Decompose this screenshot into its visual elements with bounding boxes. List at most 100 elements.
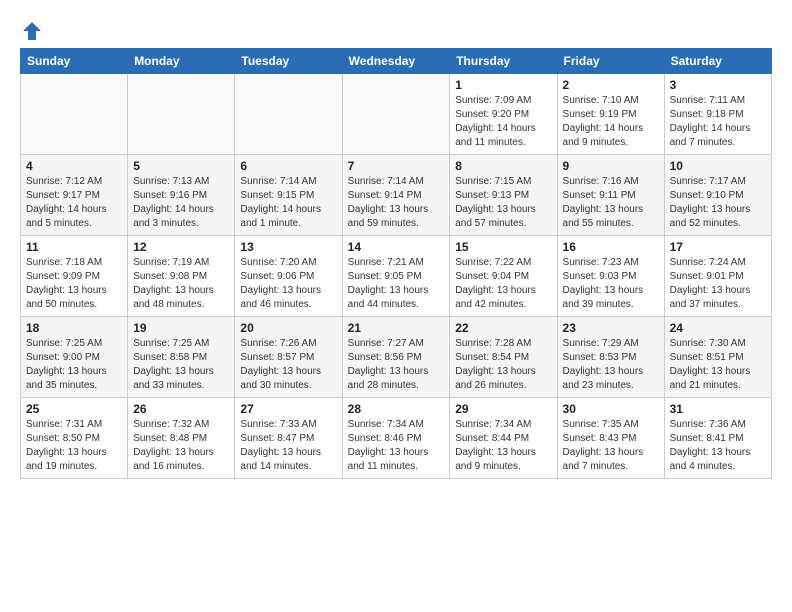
calendar-cell: 18 Sunrise: 7:25 AM Sunset: 9:00 PM Dayli…	[21, 317, 128, 398]
calendar-cell: 6 Sunrise: 7:14 AM Sunset: 9:15 PM Daylig…	[235, 155, 342, 236]
day-header-saturday: Saturday	[664, 49, 771, 74]
day-content: Sunrise: 7:09 AM Sunset: 9:20 PM Dayligh…	[455, 94, 551, 150]
calendar-cell: 3 Sunrise: 7:11 AM Sunset: 9:18 PM Daylig…	[664, 74, 771, 155]
day-content: Sunrise: 7:25 AM Sunset: 9:00 PM Dayligh…	[26, 337, 122, 393]
calendar-cell: 14Sunrise: 7:21 AM Sunset: 9:05 PM Dayli…	[342, 236, 450, 317]
calendar-week-row: 11 Sunrise: 7:18 AM Sunset: 9:09 PM Dayli…	[21, 236, 772, 317]
day-number: 11	[26, 240, 122, 254]
calendar-cell: 25 Sunrise: 7:31 AM Sunset: 8:50 PM Dayli…	[21, 398, 128, 479]
calendar-cell: 20 Sunrise: 7:26 AM Sunset: 8:57 PM Dayli…	[235, 317, 342, 398]
calendar-cell: 26 Sunrise: 7:32 AM Sunset: 8:48 PM Dayli…	[128, 398, 235, 479]
calendar-cell: 13 Sunrise: 7:20 AM Sunset: 9:06 PM Dayli…	[235, 236, 342, 317]
day-content: Sunrise: 7:15 AM Sunset: 9:13 PM Dayligh…	[455, 175, 551, 231]
calendar-cell: 23 Sunrise: 7:29 AM Sunset: 8:53 PM Dayli…	[557, 317, 664, 398]
day-content: Sunrise: 7:29 AM Sunset: 8:53 PM Dayligh…	[563, 337, 659, 393]
calendar-cell: 17Sunrise: 7:24 AM Sunset: 9:01 PM Dayli…	[664, 236, 771, 317]
day-number: 23	[563, 321, 659, 335]
day-header-sunday: Sunday	[21, 49, 128, 74]
day-content: Sunrise: 7:14 AM Sunset: 9:14 PM Dayligh…	[348, 175, 445, 231]
day-number: 26	[133, 402, 229, 416]
day-content: Sunrise: 7:25 AM Sunset: 8:58 PM Dayligh…	[133, 337, 229, 393]
day-number: 4	[26, 159, 122, 173]
calendar-week-row: 4Sunrise: 7:12 AM Sunset: 9:17 PM Daylig…	[21, 155, 772, 236]
day-content: Sunrise: 7:31 AM Sunset: 8:50 PM Dayligh…	[26, 418, 122, 474]
calendar-week-row: 1 Sunrise: 7:09 AM Sunset: 9:20 PM Daylig…	[21, 74, 772, 155]
day-content: Sunrise: 7:19 AM Sunset: 9:08 PM Dayligh…	[133, 256, 229, 312]
calendar-cell: 22 Sunrise: 7:28 AM Sunset: 8:54 PM Dayli…	[450, 317, 557, 398]
day-number: 27	[240, 402, 336, 416]
calendar-cell: 15 Sunrise: 7:22 AM Sunset: 9:04 PM Dayli…	[450, 236, 557, 317]
day-number: 10	[670, 159, 766, 173]
day-number: 20	[240, 321, 336, 335]
header	[20, 20, 772, 38]
calendar-cell: 24Sunrise: 7:30 AM Sunset: 8:51 PM Dayli…	[664, 317, 771, 398]
day-content: Sunrise: 7:10 AM Sunset: 9:19 PM Dayligh…	[563, 94, 659, 150]
calendar-cell: 30 Sunrise: 7:35 AM Sunset: 8:43 PM Dayli…	[557, 398, 664, 479]
day-content: Sunrise: 7:14 AM Sunset: 9:15 PM Dayligh…	[240, 175, 336, 231]
calendar-cell: 28 Sunrise: 7:34 AM Sunset: 8:46 PM Dayli…	[342, 398, 450, 479]
day-number: 17	[670, 240, 766, 254]
calendar-week-row: 18 Sunrise: 7:25 AM Sunset: 9:00 PM Dayli…	[21, 317, 772, 398]
calendar-cell: 4Sunrise: 7:12 AM Sunset: 9:17 PM Daylig…	[21, 155, 128, 236]
logo-icon	[21, 20, 43, 42]
day-content: Sunrise: 7:36 AM Sunset: 8:41 PM Dayligh…	[670, 418, 766, 474]
day-number: 8	[455, 159, 551, 173]
day-header-tuesday: Tuesday	[235, 49, 342, 74]
day-content: Sunrise: 7:33 AM Sunset: 8:47 PM Dayligh…	[240, 418, 336, 474]
calendar-cell: 16Sunrise: 7:23 AM Sunset: 9:03 PM Dayli…	[557, 236, 664, 317]
day-number: 18	[26, 321, 122, 335]
day-number: 5	[133, 159, 229, 173]
calendar-cell: 1 Sunrise: 7:09 AM Sunset: 9:20 PM Daylig…	[450, 74, 557, 155]
calendar-cell: 10 Sunrise: 7:17 AM Sunset: 9:10 PM Dayli…	[664, 155, 771, 236]
day-content: Sunrise: 7:20 AM Sunset: 9:06 PM Dayligh…	[240, 256, 336, 312]
calendar-cell: 2Sunrise: 7:10 AM Sunset: 9:19 PM Daylig…	[557, 74, 664, 155]
day-number: 25	[26, 402, 122, 416]
day-content: Sunrise: 7:34 AM Sunset: 8:44 PM Dayligh…	[455, 418, 551, 474]
day-content: Sunrise: 7:30 AM Sunset: 8:51 PM Dayligh…	[670, 337, 766, 393]
calendar-cell: 7Sunrise: 7:14 AM Sunset: 9:14 PM Daylig…	[342, 155, 450, 236]
calendar-cell: 5 Sunrise: 7:13 AM Sunset: 9:16 PM Daylig…	[128, 155, 235, 236]
page-container: SundayMondayTuesdayWednesdayThursdayFrid…	[20, 20, 772, 479]
day-content: Sunrise: 7:13 AM Sunset: 9:16 PM Dayligh…	[133, 175, 229, 231]
day-content: Sunrise: 7:22 AM Sunset: 9:04 PM Dayligh…	[455, 256, 551, 312]
day-content: Sunrise: 7:32 AM Sunset: 8:48 PM Dayligh…	[133, 418, 229, 474]
day-number: 15	[455, 240, 551, 254]
day-content: Sunrise: 7:27 AM Sunset: 8:56 PM Dayligh…	[348, 337, 445, 393]
calendar-cell	[21, 74, 128, 155]
calendar-header-row: SundayMondayTuesdayWednesdayThursdayFrid…	[21, 49, 772, 74]
day-number: 6	[240, 159, 336, 173]
day-number: 30	[563, 402, 659, 416]
day-content: Sunrise: 7:11 AM Sunset: 9:18 PM Dayligh…	[670, 94, 766, 150]
day-content: Sunrise: 7:16 AM Sunset: 9:11 PM Dayligh…	[563, 175, 659, 231]
day-content: Sunrise: 7:17 AM Sunset: 9:10 PM Dayligh…	[670, 175, 766, 231]
calendar-cell	[128, 74, 235, 155]
calendar-cell: 8 Sunrise: 7:15 AM Sunset: 9:13 PM Daylig…	[450, 155, 557, 236]
day-number: 1	[455, 78, 551, 92]
calendar-cell: 11 Sunrise: 7:18 AM Sunset: 9:09 PM Dayli…	[21, 236, 128, 317]
day-header-wednesday: Wednesday	[342, 49, 450, 74]
day-number: 3	[670, 78, 766, 92]
calendar-table: SundayMondayTuesdayWednesdayThursdayFrid…	[20, 48, 772, 479]
calendar-cell: 29 Sunrise: 7:34 AM Sunset: 8:44 PM Dayli…	[450, 398, 557, 479]
calendar-cell: 27 Sunrise: 7:33 AM Sunset: 8:47 PM Dayli…	[235, 398, 342, 479]
logo	[20, 20, 44, 38]
calendar-cell: 19Sunrise: 7:25 AM Sunset: 8:58 PM Dayli…	[128, 317, 235, 398]
day-content: Sunrise: 7:21 AM Sunset: 9:05 PM Dayligh…	[348, 256, 445, 312]
day-content: Sunrise: 7:35 AM Sunset: 8:43 PM Dayligh…	[563, 418, 659, 474]
day-number: 9	[563, 159, 659, 173]
day-header-thursday: Thursday	[450, 49, 557, 74]
day-content: Sunrise: 7:28 AM Sunset: 8:54 PM Dayligh…	[455, 337, 551, 393]
calendar-cell: 21Sunrise: 7:27 AM Sunset: 8:56 PM Dayli…	[342, 317, 450, 398]
calendar-cell	[342, 74, 450, 155]
calendar-cell	[235, 74, 342, 155]
day-number: 12	[133, 240, 229, 254]
day-content: Sunrise: 7:18 AM Sunset: 9:09 PM Dayligh…	[26, 256, 122, 312]
day-number: 13	[240, 240, 336, 254]
calendar-cell: 31Sunrise: 7:36 AM Sunset: 8:41 PM Dayli…	[664, 398, 771, 479]
day-number: 29	[455, 402, 551, 416]
day-number: 28	[348, 402, 445, 416]
day-content: Sunrise: 7:26 AM Sunset: 8:57 PM Dayligh…	[240, 337, 336, 393]
day-content: Sunrise: 7:34 AM Sunset: 8:46 PM Dayligh…	[348, 418, 445, 474]
calendar-cell: 9 Sunrise: 7:16 AM Sunset: 9:11 PM Daylig…	[557, 155, 664, 236]
day-number: 22	[455, 321, 551, 335]
